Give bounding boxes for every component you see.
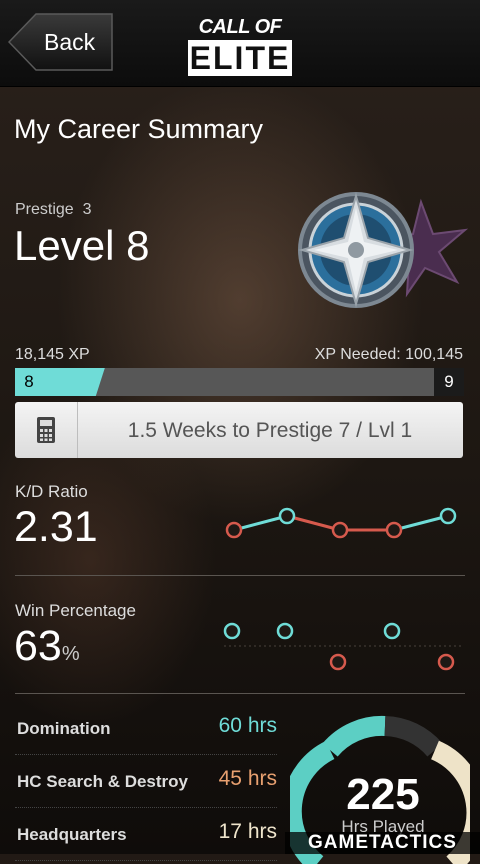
- mode-row: Domination 60 hrs: [15, 704, 277, 755]
- xp-current: 18,145 XP: [15, 346, 90, 363]
- prestige-value: 3: [82, 201, 92, 218]
- prestige-estimate-button[interactable]: 1.5 Weeks to Prestige 7 / Lvl 1: [15, 402, 463, 458]
- calculator-icon-box: [15, 402, 78, 458]
- kd-trend-point: [439, 507, 457, 525]
- mode-row: Headquarters 17 hrs: [15, 810, 277, 861]
- win-result-point: [276, 622, 294, 640]
- kd-trend-point: [278, 507, 296, 525]
- win-result-point: [329, 653, 347, 671]
- mode-hours: 60 hrs: [218, 714, 277, 737]
- hours-total: 225: [346, 770, 420, 819]
- top-bar: Back CALL OF DUTY ELITE: [0, 0, 480, 87]
- divider: [15, 575, 465, 576]
- kd-trend-segment: [393, 514, 449, 532]
- xp-progress-bar: 8 9: [15, 368, 464, 396]
- win-results-chart: [223, 622, 463, 671]
- kd-label: K/D Ratio: [15, 482, 88, 501]
- calculator-icon: [37, 417, 55, 443]
- prestige-estimate-label: 1.5 Weeks to Prestige 7 / Lvl 1: [127, 419, 413, 442]
- xp-needed: XP Needed: 100,145: [314, 346, 463, 363]
- xp-progress-fill: [15, 368, 464, 396]
- logo-elite: ELITE: [188, 40, 292, 76]
- kd-trend-point: [225, 521, 243, 539]
- mode-hours: 17 hrs: [218, 820, 277, 843]
- prestige-label: Prestige 3: [15, 201, 92, 218]
- back-button[interactable]: Back: [8, 13, 114, 71]
- prestige-emblem-icon: [298, 192, 468, 308]
- kd-trend-chart: [225, 507, 457, 539]
- kd-trend-point: [385, 521, 403, 539]
- watermark: GAMETACTICS: [285, 832, 480, 854]
- page-title: My Career Summary: [14, 114, 264, 144]
- win-label: Win Percentage: [15, 601, 136, 620]
- xp-level-from: 8: [24, 372, 34, 391]
- divider: [15, 693, 465, 694]
- mode-row: HC Search & Destroy 45 hrs: [15, 757, 277, 808]
- kd-value: 2.31: [14, 503, 98, 551]
- mode-label: HC Search & Destroy: [17, 772, 189, 791]
- win-result-point: [437, 653, 455, 671]
- win-result-point: [383, 622, 401, 640]
- win-value: 63%: [14, 622, 80, 670]
- kd-trend-point: [331, 521, 349, 539]
- mode-hours: 45 hrs: [218, 767, 277, 790]
- mode-label: Domination: [17, 719, 111, 738]
- level-label: Level 8: [14, 222, 150, 269]
- back-button-label: Back: [44, 29, 96, 55]
- win-unit: %: [61, 643, 80, 665]
- xp-level-to: 9: [434, 368, 464, 396]
- win-result-point: [223, 622, 241, 640]
- mode-label: Headquarters: [17, 825, 127, 844]
